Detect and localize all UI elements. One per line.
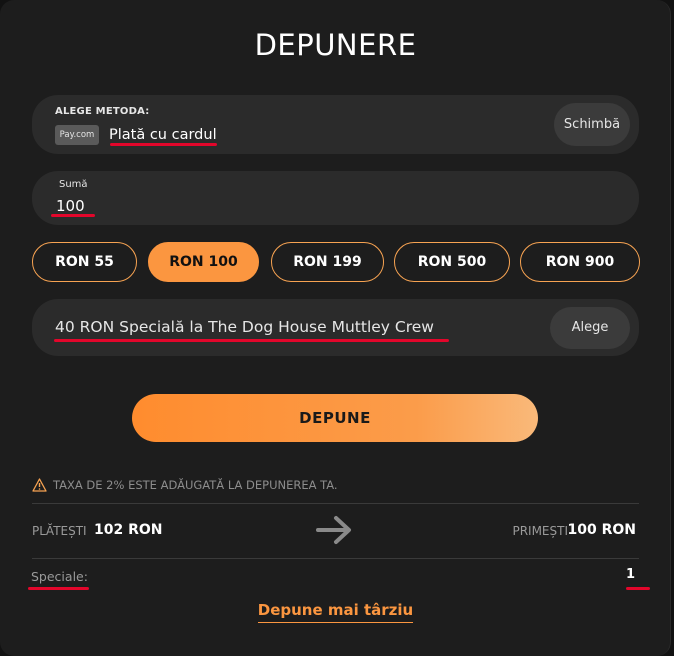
fee-notice-text: TAXA DE 2% ESTE ADĂUGATĂ LA DEPUNEREA TA…: [53, 478, 338, 492]
specials-label: Speciale:: [31, 569, 88, 584]
arrow-right-icon: [316, 516, 351, 544]
amount-field[interactable]: Sumă 100: [32, 171, 639, 225]
deposit-button[interactable]: DEPUNE: [132, 394, 538, 442]
page-title: DEPUNERE: [254, 28, 417, 62]
bonus-value: 40 RON Specială la The Dog House Muttley…: [55, 318, 434, 336]
receive-value: 100 RON: [567, 522, 637, 538]
receive-label: PRIMEȘTI: [512, 524, 568, 538]
deposit-later-text[interactable]: Depune mai târziu: [257, 601, 414, 623]
bonus-field[interactable]: 40 RON Specială la The Dog House Muttley…: [32, 299, 639, 356]
deposit-later-link[interactable]: Depune mai târziu: [0, 601, 671, 623]
change-method-button[interactable]: Schimbă: [554, 103, 630, 146]
amount-chip-500[interactable]: RON 500: [394, 242, 510, 282]
payment-method-value: Plată cu cardul: [109, 127, 217, 143]
fee-notice: TAXA DE 2% ESTE ADĂUGATĂ LA DEPUNEREA TA…: [32, 478, 338, 492]
specials-count: 1: [625, 567, 635, 582]
pay-label: PLĂTEȘTI: [32, 524, 87, 538]
warning-icon: [32, 478, 47, 492]
annotation-underline: [54, 339, 449, 342]
payment-method-label: ALEGE METODA:: [55, 106, 150, 117]
amount-chip-55[interactable]: RON 55: [32, 242, 137, 282]
divider: [32, 558, 639, 559]
annotation-underline: [110, 143, 217, 146]
payment-method-field[interactable]: ALEGE METODA: Pay.com Plată cu cardul Sc…: [32, 95, 639, 154]
annotation-underline: [626, 587, 650, 590]
choose-bonus-button[interactable]: Alege: [550, 307, 630, 349]
divider: [32, 503, 639, 504]
annotation-underline: [28, 587, 89, 590]
amount-chip-900[interactable]: RON 900: [520, 242, 640, 282]
pay-com-logo: Pay.com: [55, 125, 99, 145]
deposit-modal: DEPUNERE ALEGE METODA: Pay.com Plată cu …: [0, 0, 671, 656]
amount-chip-199[interactable]: RON 199: [271, 242, 384, 282]
amount-input[interactable]: 100: [56, 197, 85, 215]
amount-chip-100[interactable]: RON 100: [148, 242, 259, 282]
annotation-underline: [51, 214, 95, 217]
amount-label: Sumă: [59, 179, 88, 190]
pay-value: 102 RON: [94, 522, 163, 538]
